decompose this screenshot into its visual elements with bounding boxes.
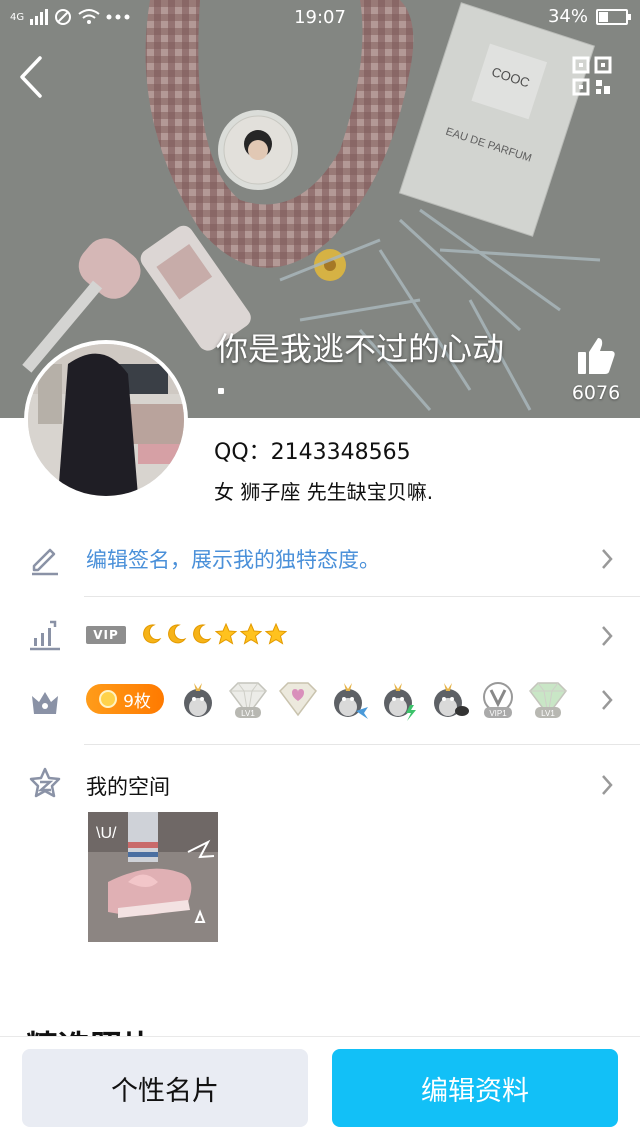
medal-coin-icon bbox=[99, 690, 118, 708]
svg-text:VIP1: VIP1 bbox=[489, 709, 507, 718]
space-photo-thumbnail[interactable]: \U/ bbox=[88, 812, 218, 942]
qr-code-icon bbox=[572, 56, 612, 96]
my-space-row[interactable]: 我的空间 bbox=[0, 762, 640, 806]
bottom-action-bar: 个性名片 编辑资料 bbox=[0, 1036, 640, 1138]
space-photo-image: \U/ bbox=[88, 812, 218, 942]
back-button[interactable] bbox=[16, 54, 48, 100]
star-level-icon bbox=[215, 623, 237, 645]
medal-count-pill: 9枚 bbox=[86, 684, 164, 714]
vip1-medal-icon[interactable]: VIP1 bbox=[476, 677, 520, 721]
heart-diamond-medal-icon[interactable] bbox=[276, 677, 320, 721]
pencil-icon bbox=[32, 548, 58, 576]
like-count: 6076 bbox=[571, 382, 621, 404]
medal-list: LV1 VIP1 LV1 bbox=[176, 677, 570, 721]
qq-number: QQ：2143348565 bbox=[214, 440, 411, 465]
medals-row[interactable]: 9枚 LV1 VIP1 LV1 bbox=[0, 672, 640, 728]
profile-page: COOC EAU DE PARFUM 4G 19:07 34% 你是我逃不过的心… bbox=[0, 0, 640, 1138]
personal-card-button[interactable]: 个性名片 bbox=[22, 1049, 308, 1127]
profile-info: 女 狮子座 先生缺宝贝嘛. bbox=[214, 480, 434, 504]
crown-icon bbox=[32, 692, 58, 714]
medal-count: 9枚 bbox=[123, 691, 151, 712]
moon-level-icon bbox=[168, 624, 187, 644]
penguin-bolt-medal-icon[interactable] bbox=[376, 677, 420, 721]
like-button[interactable]: 6076 bbox=[568, 336, 624, 404]
qzone-star-icon bbox=[29, 767, 61, 798]
cover-signature: 你是我逃不过的心动 bbox=[216, 330, 505, 368]
chevron-left-icon bbox=[20, 56, 42, 98]
penguin-crown-medal-icon[interactable] bbox=[176, 677, 220, 721]
signature-dot bbox=[218, 388, 224, 394]
penguin-bird-medal-icon[interactable] bbox=[426, 677, 470, 721]
penguin-fish-medal-icon[interactable] bbox=[326, 677, 370, 721]
thumbs-up-icon bbox=[578, 338, 615, 374]
chevron-right-icon bbox=[602, 775, 613, 795]
edit-signature-label: 编辑签名，展示我的独特态度。 bbox=[86, 548, 380, 572]
svg-text:\U/: \U/ bbox=[96, 825, 117, 842]
star-level-icon bbox=[265, 623, 287, 645]
battery-percent: 34% bbox=[547, 6, 588, 27]
chevron-right-icon bbox=[602, 549, 613, 569]
chevron-right-icon bbox=[602, 626, 613, 646]
status-time: 19:07 bbox=[294, 6, 346, 28]
my-space-label: 我的空间 bbox=[86, 775, 170, 799]
avatar-image bbox=[28, 344, 184, 496]
avatar[interactable] bbox=[24, 340, 188, 500]
level-icons bbox=[140, 623, 287, 645]
moon-level-icon bbox=[193, 624, 212, 644]
chevron-right-icon bbox=[602, 690, 613, 710]
qr-code-button[interactable] bbox=[572, 56, 612, 96]
svg-text:LV1: LV1 bbox=[241, 709, 255, 718]
divider bbox=[84, 596, 640, 597]
edit-profile-button[interactable]: 编辑资料 bbox=[332, 1049, 618, 1127]
battery-icon bbox=[596, 8, 631, 25]
edit-signature-row[interactable]: 编辑签名，展示我的独特态度。 bbox=[0, 530, 640, 590]
vip-level-row[interactable]: VIP bbox=[0, 610, 640, 660]
moon-level-icon bbox=[143, 624, 162, 644]
vip-badge: VIP bbox=[86, 626, 126, 644]
battery-status: 34% bbox=[547, 6, 631, 27]
svg-text:LV1: LV1 bbox=[541, 709, 555, 718]
status-bar: 4G 19:07 34% bbox=[0, 0, 640, 34]
divider bbox=[84, 744, 640, 745]
chart-up-icon bbox=[30, 620, 60, 651]
battery-fill bbox=[599, 11, 608, 22]
star-level-icon bbox=[240, 623, 262, 645]
green-diamond-lv1-medal-icon[interactable]: LV1 bbox=[526, 677, 570, 721]
diamond-lv1-medal-icon[interactable]: LV1 bbox=[226, 677, 270, 721]
